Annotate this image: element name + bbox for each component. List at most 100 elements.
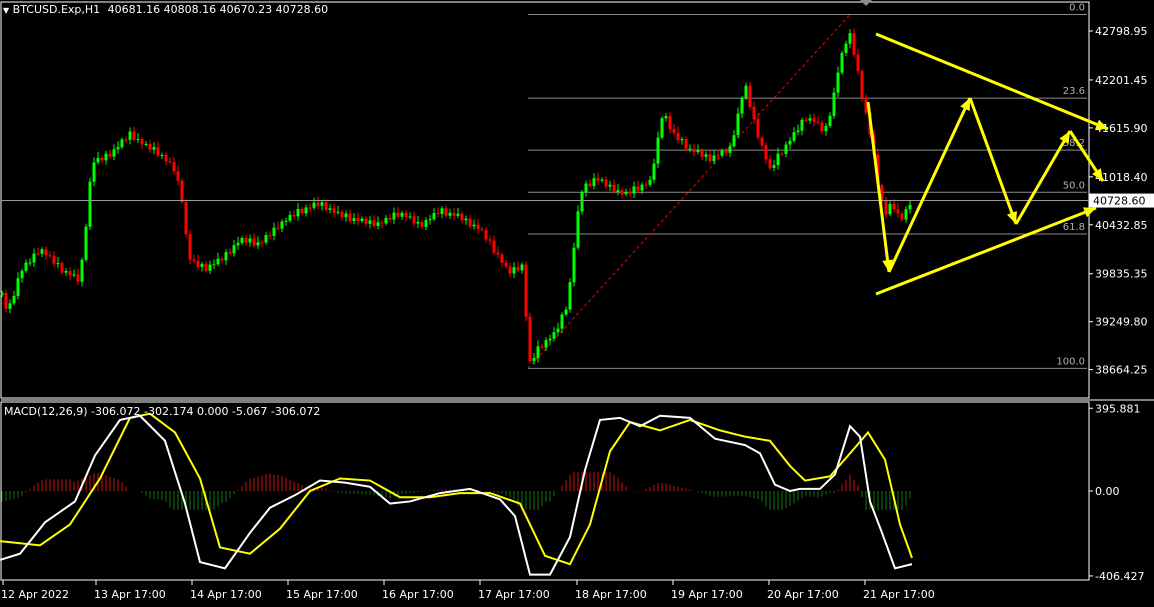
candle-bull bbox=[329, 208, 332, 210]
chart-window[interactable]: 42798.9542201.4541615.9041018.4040432.85… bbox=[0, 0, 1154, 603]
candle-bear bbox=[605, 180, 608, 187]
candle-bull bbox=[361, 219, 364, 221]
candle-bull bbox=[833, 93, 836, 116]
candle-bear bbox=[77, 274, 80, 281]
candle-bear bbox=[477, 225, 480, 229]
candle-bull bbox=[609, 185, 612, 187]
candle-bear bbox=[541, 346, 544, 347]
candle-bear bbox=[781, 154, 784, 155]
time-axis-label: 13 Apr 17:00 bbox=[94, 588, 166, 601]
candle-bull bbox=[577, 211, 580, 247]
candle-bear bbox=[445, 208, 448, 215]
time-axis-label: 16 Apr 17:00 bbox=[382, 588, 454, 601]
candle-bear bbox=[253, 238, 256, 245]
candle-bear bbox=[373, 220, 376, 226]
candle-bear bbox=[709, 154, 712, 161]
symbol-header[interactable]: ▼ BTCUSD.Exp,H1 40681.16 40808.16 40670.… bbox=[3, 3, 328, 16]
candle-bear bbox=[505, 263, 508, 267]
candle-bear bbox=[509, 266, 512, 273]
candle-bull bbox=[401, 213, 404, 217]
candle-bear bbox=[37, 253, 40, 254]
candle-bull bbox=[601, 180, 604, 181]
candle-bear bbox=[301, 209, 304, 213]
candle-bull bbox=[513, 267, 516, 273]
main-pane-frame bbox=[1, 2, 1089, 398]
candle-bull bbox=[789, 141, 792, 145]
triangle-upper-line bbox=[876, 34, 1108, 129]
candle-bear bbox=[181, 181, 184, 203]
candle-bull bbox=[549, 339, 552, 340]
candle-bull bbox=[113, 149, 116, 156]
candle-bear bbox=[189, 234, 192, 259]
macd-axis-label: 395.881 bbox=[1095, 402, 1141, 415]
dropdown-triangle-icon[interactable]: ▼ bbox=[3, 6, 9, 15]
candle-bear bbox=[497, 253, 500, 255]
candle-bear bbox=[45, 249, 48, 255]
candle-bull bbox=[545, 340, 548, 347]
candle-bull bbox=[581, 192, 584, 211]
macd-pane-frame bbox=[1, 402, 1089, 580]
candle-bear bbox=[673, 129, 676, 133]
price-axis-label: 42201.45 bbox=[1095, 74, 1148, 87]
fib-level-label: 23.6 bbox=[1063, 86, 1085, 97]
candle-bull bbox=[1, 293, 4, 295]
candle-bull bbox=[57, 263, 60, 264]
candle-bear bbox=[185, 202, 188, 234]
candle-bear bbox=[613, 185, 616, 192]
candle-bear bbox=[725, 151, 728, 153]
candle-bull bbox=[233, 245, 236, 253]
candle-bull bbox=[681, 139, 684, 140]
candle-bull bbox=[89, 182, 92, 227]
candle-bull bbox=[297, 209, 300, 216]
candle-bull bbox=[617, 190, 620, 192]
candle-bear bbox=[269, 235, 272, 236]
chart-canvas[interactable]: 42798.9542201.4541615.9041018.4040432.85… bbox=[0, 0, 1154, 603]
candle-bull bbox=[809, 118, 812, 120]
candle-bear bbox=[857, 55, 860, 71]
candle-bear bbox=[485, 230, 488, 240]
candle-bull bbox=[129, 131, 132, 139]
candle-bull bbox=[241, 238, 244, 243]
candle-bull bbox=[161, 155, 164, 156]
fib-level-label: 61.8 bbox=[1063, 222, 1085, 233]
candle-bear bbox=[245, 238, 248, 243]
ohlc-values: 40681.16 40808.16 40670.23 40728.60 bbox=[108, 3, 328, 16]
candle-bull bbox=[33, 253, 36, 262]
candle-bull bbox=[905, 209, 908, 219]
candle-bull bbox=[741, 98, 744, 114]
candle-bull bbox=[29, 262, 32, 263]
time-axis-label: 21 Apr 17:00 bbox=[863, 588, 935, 601]
fib-level-label: 50.0 bbox=[1063, 180, 1085, 191]
projection-leg-3 bbox=[970, 98, 1016, 224]
candle-bull bbox=[633, 186, 636, 193]
candle-bear bbox=[677, 133, 680, 140]
candle-bull bbox=[593, 178, 596, 186]
candle-bull bbox=[85, 227, 88, 260]
candle-bear bbox=[717, 155, 720, 156]
candle-bear bbox=[817, 122, 820, 123]
candle-bear bbox=[749, 86, 752, 107]
candle-bear bbox=[765, 145, 768, 159]
candle-bull bbox=[305, 208, 308, 214]
candle-bear bbox=[813, 118, 816, 121]
candle-bear bbox=[101, 158, 104, 160]
candle-bear bbox=[141, 139, 144, 144]
time-axis-label: 12 Apr 2022 bbox=[1, 588, 69, 601]
candle-bear bbox=[405, 213, 408, 217]
candle-bull bbox=[797, 131, 800, 132]
candle-bull bbox=[625, 192, 628, 194]
triangle-lower-line bbox=[876, 208, 1096, 294]
candle-bull bbox=[773, 165, 776, 168]
candle-bear bbox=[357, 218, 360, 221]
candle-bear bbox=[769, 159, 772, 168]
candle-bull bbox=[93, 162, 96, 181]
candle-bear bbox=[309, 208, 312, 209]
candle-bull bbox=[837, 73, 840, 93]
candle-bear bbox=[261, 242, 264, 243]
candle-bear bbox=[193, 260, 196, 261]
candle-bear bbox=[133, 131, 136, 139]
candle-bull bbox=[825, 126, 828, 131]
candle-bull bbox=[457, 214, 460, 216]
candle-bear bbox=[621, 190, 624, 194]
candle-bull bbox=[289, 215, 292, 221]
